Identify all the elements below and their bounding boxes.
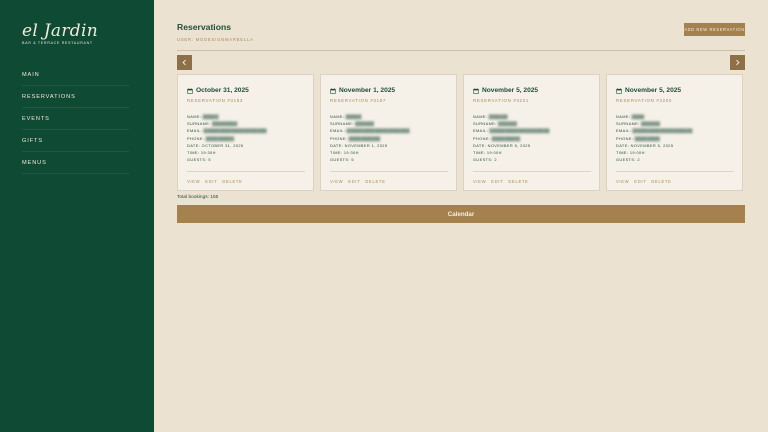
- field-time: TIME: 19:30H: [330, 150, 359, 156]
- delete-link[interactable]: DELETE: [651, 179, 671, 184]
- card-date-text: November 5, 2025: [482, 87, 539, 94]
- sidebar-item-gifts[interactable]: GIFTS: [22, 130, 129, 152]
- field-name: NAME: █████: [330, 114, 362, 119]
- carousel-prev-button[interactable]: [177, 55, 192, 70]
- edit-link[interactable]: EDIT: [348, 179, 360, 184]
- reservation-carousel: October 31, 2025 RESERVATION #3183 NAME:…: [177, 74, 748, 191]
- sidebar-item-main[interactable]: MAIN: [22, 64, 129, 86]
- field-guests: GUESTS: 2: [616, 157, 640, 163]
- field-time: TIME: 19:00H: [473, 150, 502, 156]
- view-link[interactable]: VIEW: [330, 179, 343, 184]
- card-date-text: November 5, 2025: [625, 87, 682, 94]
- card-divider: [330, 171, 448, 172]
- edit-link[interactable]: EDIT: [205, 179, 217, 184]
- card-divider: [616, 171, 734, 172]
- reservation-number: RESERVATION #3183: [187, 98, 244, 103]
- reservation-card: October 31, 2025 RESERVATION #3183 NAME:…: [177, 74, 314, 191]
- edit-link[interactable]: EDIT: [491, 179, 503, 184]
- brand-name: el Jardin: [22, 21, 98, 41]
- card-divider: [473, 171, 591, 172]
- delete-link[interactable]: DELETE: [222, 179, 242, 184]
- view-link[interactable]: VIEW: [616, 179, 629, 184]
- calendar-icon: [616, 87, 622, 94]
- calendar-icon: [330, 87, 336, 94]
- main-content: Reservations USER: MODESIGNMARBELLA ADD …: [154, 0, 768, 432]
- reservation-card: November 5, 2025 RESERVATION #3200 NAME:…: [606, 74, 743, 191]
- total-bookings: Total bookings: 155: [177, 195, 219, 200]
- field-guests: GUESTS: 5: [187, 157, 211, 163]
- field-date: DATE: NOVEMBER 5, 2025: [473, 142, 531, 148]
- header-divider: [177, 50, 745, 51]
- field-email: EMAIL: ████████████████████: [330, 128, 410, 134]
- sidebar-nav: MAIN RESERVATIONS EVENTS GIFTS MENUS: [22, 64, 129, 174]
- calendar-button[interactable]: Calendar: [177, 205, 745, 223]
- reservation-card: November 1, 2025 RESERVATION #3187 NAME:…: [320, 74, 457, 191]
- chevron-right-icon: [736, 59, 740, 66]
- field-name: NAME: ████: [616, 114, 645, 119]
- field-surname: SURNAME: ██████: [616, 121, 661, 127]
- reservation-number: RESERVATION #3201: [473, 98, 530, 103]
- field-email: EMAIL: ████████████████████: [187, 128, 267, 134]
- sidebar: el Jardin Bar & Terrace Restaurant MAIN …: [0, 0, 154, 432]
- field-time: TIME: 19:30H: [187, 150, 216, 156]
- add-reservation-button[interactable]: ADD NEW RESERVATION: [684, 23, 745, 36]
- field-surname: SURNAME: ██████: [330, 121, 375, 127]
- field-date: DATE: NOVEMBER 5, 2025: [616, 142, 674, 148]
- reservation-number: RESERVATION #3200: [616, 98, 673, 103]
- delete-link[interactable]: DELETE: [365, 179, 385, 184]
- field-date: DATE: NOVEMBER 1, 2025: [330, 142, 388, 148]
- field-email: EMAIL: ███████████████████: [616, 128, 693, 134]
- sidebar-item-reservations[interactable]: RESERVATIONS: [22, 86, 129, 108]
- field-guests: GUESTS: 5: [330, 157, 354, 163]
- field-phone: PHONE: ██████████: [330, 135, 381, 141]
- field-name: NAME: █████: [187, 114, 219, 119]
- field-guests: GUESTS: 2: [473, 157, 497, 163]
- view-link[interactable]: VIEW: [187, 179, 200, 184]
- card-date-heading: November 5, 2025: [473, 87, 591, 94]
- brand-logo[interactable]: el Jardin Bar & Terrace Restaurant: [22, 22, 98, 45]
- card-date-heading: November 1, 2025: [330, 87, 448, 94]
- sidebar-item-events[interactable]: EVENTS: [22, 108, 129, 130]
- reservation-number: RESERVATION #3187: [330, 98, 387, 103]
- view-link[interactable]: VIEW: [473, 179, 486, 184]
- card-date-heading: October 31, 2025: [187, 87, 305, 94]
- card-date-heading: November 5, 2025: [616, 87, 734, 94]
- delete-link[interactable]: DELETE: [508, 179, 528, 184]
- calendar-icon: [187, 87, 193, 94]
- brand-tagline: Bar & Terrace Restaurant: [22, 41, 93, 45]
- carousel-next-button[interactable]: [730, 55, 745, 70]
- edit-link[interactable]: EDIT: [634, 179, 646, 184]
- chevron-left-icon: [182, 59, 186, 66]
- card-date-text: October 31, 2025: [196, 87, 249, 94]
- reservation-card: November 5, 2025 RESERVATION #3201 NAME:…: [463, 74, 600, 191]
- field-surname: SURNAME: ████████: [187, 121, 238, 127]
- sidebar-item-menus[interactable]: MENUS: [22, 152, 129, 174]
- field-phone: PHONE: █████████: [187, 135, 235, 141]
- page-title: Reservations: [177, 22, 231, 32]
- card-date-text: November 1, 2025: [339, 87, 396, 94]
- field-phone: PHONE: █████████: [473, 135, 521, 141]
- card-divider: [187, 171, 305, 172]
- field-date: DATE: OCTOBER 31, 2025: [187, 142, 244, 148]
- calendar-icon: [473, 87, 479, 94]
- field-phone: PHONE: ████████: [616, 135, 661, 141]
- field-time: TIME: 19:00H: [616, 150, 645, 156]
- current-user: USER: MODESIGNMARBELLA: [177, 37, 254, 42]
- field-email: EMAIL: ███████████████████: [473, 128, 550, 134]
- field-surname: SURNAME: ██████: [473, 121, 518, 127]
- field-name: NAME: ██████: [473, 114, 508, 119]
